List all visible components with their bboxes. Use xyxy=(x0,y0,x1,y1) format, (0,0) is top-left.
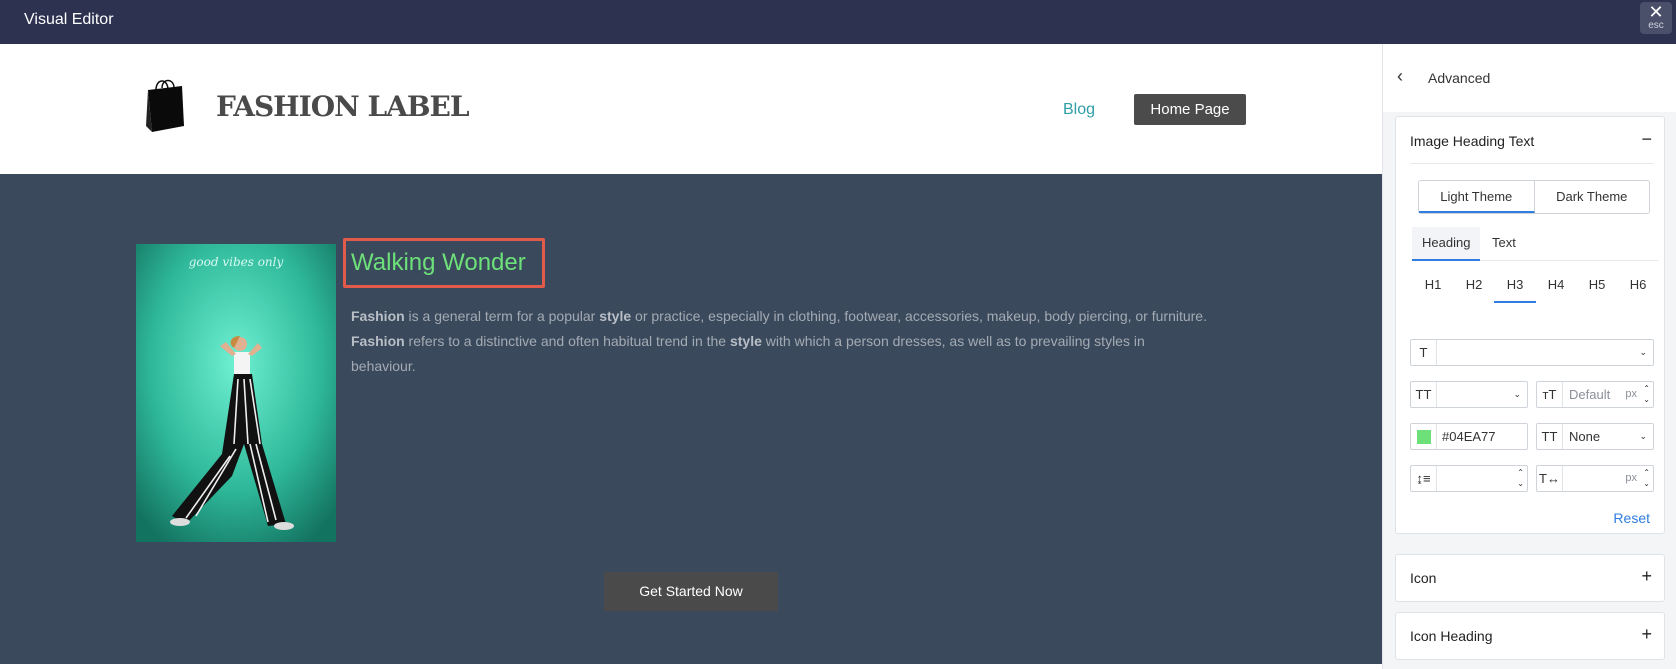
settings-panel: ‹ Advanced Image Heading Text − Light Th… xyxy=(1382,44,1676,669)
svg-text:good vibes only: good vibes only xyxy=(189,255,284,269)
chevron-down-icon: ⌄ xyxy=(1639,347,1647,357)
theme-toggle: Light Theme Dark Theme xyxy=(1418,180,1650,214)
nav-button-home[interactable]: Home Page xyxy=(1134,94,1246,125)
hero-paragraph[interactable]: Fashion is a general term for a popular … xyxy=(351,304,1211,379)
font-family-icon: T xyxy=(1411,340,1437,365)
icon-section[interactable]: Icon + xyxy=(1395,554,1665,602)
top-bar: Visual Editor ✕ esc xyxy=(0,0,1676,44)
reset-link[interactable]: Reset xyxy=(1613,510,1650,526)
font-family-select[interactable]: T ⌄ xyxy=(1410,339,1654,366)
shopping-bag-icon xyxy=(146,79,184,132)
text-transform-value: None xyxy=(1569,429,1601,444)
font-weight-icon: TT xyxy=(1411,382,1437,407)
close-button[interactable]: ✕ esc xyxy=(1640,2,1672,34)
heading-level-tabs: H1 H2 H3 H4 H5 H6 xyxy=(1412,269,1658,305)
light-theme-button[interactable]: Light Theme xyxy=(1419,181,1535,213)
site-logo-text[interactable]: FASHION LABEL xyxy=(216,90,470,123)
divider xyxy=(1410,163,1654,164)
close-icon: ✕ xyxy=(1648,2,1664,22)
font-size-placeholder: Default xyxy=(1569,387,1611,402)
tab-h5[interactable]: H5 xyxy=(1576,269,1618,301)
expand-icon[interactable]: + xyxy=(1641,566,1652,587)
unit-label: px xyxy=(1625,388,1637,400)
panel-header: ‹ Advanced xyxy=(1383,44,1676,112)
color-input[interactable]: #04EA77 xyxy=(1410,423,1528,450)
nav-link-blog[interactable]: Blog xyxy=(1063,101,1095,119)
editor-title: Visual Editor xyxy=(24,11,114,28)
chevron-down-icon: ⌄ xyxy=(1513,389,1521,399)
image-heading[interactable]: Walking Wonder xyxy=(351,249,526,277)
color-value: #04EA77 xyxy=(1442,429,1496,444)
back-chevron-icon[interactable]: ‹ xyxy=(1397,66,1403,87)
tab-h6[interactable]: H6 xyxy=(1617,269,1659,301)
color-swatch[interactable] xyxy=(1411,424,1437,449)
section-title: Icon xyxy=(1410,570,1437,586)
esc-label: esc xyxy=(1648,20,1664,31)
panel-title: Advanced xyxy=(1428,70,1491,86)
text-transform-select[interactable]: TT None ⌄ xyxy=(1536,423,1654,450)
tab-text[interactable]: Text xyxy=(1482,227,1526,261)
hero-section: good vibes only Walking Wonder Fashion i… xyxy=(0,174,1382,664)
model-illustration: good vibes only xyxy=(136,244,336,542)
tab-h3[interactable]: H3 xyxy=(1494,269,1536,303)
font-weight-select[interactable]: TT ⌄ xyxy=(1410,381,1528,408)
unit-label: px xyxy=(1625,472,1637,484)
dark-theme-button[interactable]: Dark Theme xyxy=(1535,181,1650,213)
stepper-icon[interactable]: ⌃ ⌄ xyxy=(1643,467,1650,489)
image-heading-text-section: Image Heading Text − Light Theme Dark Th… xyxy=(1395,116,1665,534)
content-tabs: Heading Text xyxy=(1412,227,1658,261)
section-title: Icon Heading xyxy=(1410,628,1493,644)
collapse-icon[interactable]: − xyxy=(1641,129,1652,150)
line-height-icon: ↨≡ xyxy=(1411,466,1437,491)
tab-h4[interactable]: H4 xyxy=(1535,269,1577,301)
line-height-input[interactable]: ↨≡ ⌃ ⌄ xyxy=(1410,465,1528,492)
tab-heading[interactable]: Heading xyxy=(1412,227,1481,261)
font-size-icon: тT xyxy=(1537,382,1563,407)
expand-icon[interactable]: + xyxy=(1641,624,1652,645)
tab-h2[interactable]: H2 xyxy=(1453,269,1495,301)
get-started-button[interactable]: Get Started Now xyxy=(604,572,778,611)
text-transform-icon: TT xyxy=(1537,424,1563,449)
fashion-photo[interactable]: good vibes only xyxy=(136,244,336,542)
letter-spacing-input[interactable]: T↔ px ⌃ ⌄ xyxy=(1536,465,1654,492)
tab-h1[interactable]: H1 xyxy=(1412,269,1454,301)
stepper-icon[interactable]: ⌃ ⌄ xyxy=(1643,383,1650,405)
site-preview: FASHION LABEL Blog Home Page good vibes … xyxy=(0,44,1382,664)
font-size-input[interactable]: тT Default px ⌃ ⌄ xyxy=(1536,381,1654,408)
section-title[interactable]: Image Heading Text xyxy=(1410,133,1534,149)
stepper-icon[interactable]: ⌃ ⌄ xyxy=(1517,467,1524,489)
site-header: FASHION LABEL Blog Home Page xyxy=(0,44,1382,174)
chevron-down-icon: ⌄ xyxy=(1639,431,1647,441)
icon-heading-section[interactable]: Icon Heading + xyxy=(1395,612,1665,660)
letter-spacing-icon: T↔ xyxy=(1537,466,1563,491)
